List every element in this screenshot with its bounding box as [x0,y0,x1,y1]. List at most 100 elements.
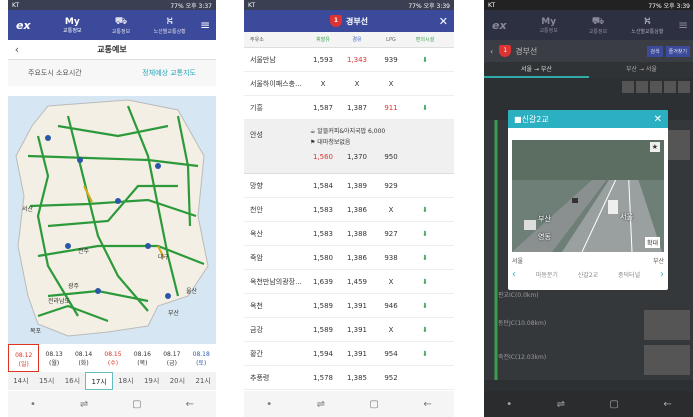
map-label: 목포 [30,328,42,335]
amenity-icon[interactable]: ⬇ [408,56,442,64]
table-row[interactable]: 망향 1,584 1,389 929 [244,174,454,198]
seg-congestion-map[interactable]: 정체예상 교통지도 [142,68,196,78]
nav-tab-traffic[interactable]: ⛟ 교통정보 [573,10,622,40]
nav-tab-traffic[interactable]: ⛟ 교통정보 [97,10,146,40]
menu-icon[interactable]: ≡ [194,18,216,32]
tool-icon[interactable] [678,81,690,93]
table-row[interactable]: 기흥 1,587 1,387 911 ⬇ [244,96,454,120]
expanded-row[interactable]: 안성 ☕ 알뜰커피&아지국밥 6,000 ⚑ 대마청보없음 1,560 1,37… [244,120,454,174]
table-row[interactable]: 옥천만남의광장... 1,639 1,459 X ⬇ [244,270,454,294]
list-item[interactable]: 죽전IC(12.03km) [498,352,546,361]
map-label: 대구 [158,254,170,261]
table-row[interactable]: 추풍령 1,578 1,385 952 [244,366,454,390]
amenity-icon[interactable]: ⬇ [408,326,442,334]
dot-icon[interactable]: • [30,399,36,410]
hour-17[interactable]: 17시 [85,372,113,390]
ex-logo[interactable]: ex [8,19,48,32]
table-header: 주유소 휘발유 경유 LPG 편의시설 [244,32,454,48]
zoom-button[interactable]: 확대 [644,237,660,248]
car-icon: ⛟ [591,15,605,27]
table-row[interactable]: 옥천 1,589 1,391 946 ⬇ [244,294,454,318]
recent-apps-icon[interactable]: ⇌ [80,399,88,410]
map-toolbar [484,78,693,96]
tool-icon[interactable] [636,81,648,93]
back-icon[interactable]: ‹ [8,43,26,56]
hour-21[interactable]: 21시 [190,372,216,390]
nav-tab-route[interactable]: ⛕ 노선별교통상황 [623,10,672,40]
dot-icon[interactable]: • [506,399,512,410]
amenity-icon[interactable]: ⬇ [408,278,442,286]
date-0818[interactable]: 08.18 (토) [187,344,216,372]
amenity-icon[interactable]: ⬇ [408,350,442,358]
hour-20[interactable]: 20시 [165,372,191,390]
list-item[interactable]: 동탄JC(10.08km) [498,318,546,327]
bookmark-star-icon[interactable]: ★ [649,142,660,152]
amenity-icon[interactable]: ⬇ [408,206,442,214]
back-nav-icon[interactable]: ← [186,399,194,410]
hour-15[interactable]: 15시 [34,372,60,390]
hour-14[interactable]: 14시 [8,372,34,390]
tab-busan-seoul[interactable]: 부산 → 서울 [589,62,693,78]
hour-19[interactable]: 19시 [139,372,165,390]
table-row[interactable]: 서울만남 1,593 1,343 939 ⬇ [244,48,454,72]
back-nav-icon[interactable]: ← [423,399,431,410]
traffic-map[interactable]: 서산 전주 대구 전라남도 광주 목포 부산 울산 [8,96,216,344]
table-row[interactable]: 금강 1,589 1,391 X ⬇ [244,318,454,342]
cctv-video[interactable]: 부산 서울 영동 ★ 확대 [512,140,664,252]
table-rows-top: 서울만남 1,593 1,343 939 ⬇ 서울하이패스충... X X X 기흥 1,587 1,… [244,48,454,120]
nav-tab-my[interactable]: My 교통정보 [524,10,573,40]
date-0816[interactable]: 08.16 (목) [128,344,157,372]
tool-icon[interactable] [664,81,676,93]
nav-tab-route[interactable]: ⛕ 노선별교통상황 [145,10,194,40]
amenity-icon[interactable]: ⬇ [408,254,442,262]
recent-apps-icon[interactable]: ⇌ [317,399,325,410]
table-row[interactable]: 옥산 1,583 1,388 927 ⬇ [244,222,454,246]
amenity-icon[interactable]: ⬇ [408,302,442,310]
back-icon[interactable]: ‹ [490,47,493,56]
date-0817[interactable]: 08.17 (금) [157,344,186,372]
route-header: ‹ 1 경부선 검색 즐겨찾기 [484,40,693,62]
tab-seoul-busan[interactable]: 서울 → 부산 [484,62,589,78]
prev-camera[interactable]: 마동분기 [536,270,558,279]
hour-18[interactable]: 18시 [113,372,139,390]
date-0814[interactable]: 08.14 (화) [69,344,98,372]
amenity-icon[interactable]: ⬇ [408,104,442,112]
nav-tab-my[interactable]: My 교통정보 [48,10,97,40]
next-camera[interactable]: 중덕터널 [618,270,640,279]
car-icon: ⛟ [114,15,128,27]
home-icon[interactable]: ▢ [609,399,618,410]
recent-apps-icon[interactable]: ⇌ [557,399,565,410]
table-row[interactable]: 죽암 1,580 1,386 938 ⬇ [244,246,454,270]
home-icon[interactable]: ▢ [132,399,141,410]
map-label: 울산 [186,288,198,295]
home-icon[interactable]: ▢ [369,399,378,410]
date-selector: 08.12 (일) 08.13 (월) 08.14 (화) 08.15 (수) 08.1… [8,344,216,372]
hour-16[interactable]: 16시 [60,372,86,390]
date-0813[interactable]: 08.13 (월) [39,344,68,372]
close-icon[interactable]: ✕ [654,114,668,125]
seg-city-time[interactable]: 주요도시 소요시간 [28,68,82,78]
segment-row: 주요도시 소요시간 정체예상 교통지도 [8,60,216,86]
table-row[interactable]: 황간 1,594 1,391 954 ⬇ [244,342,454,366]
android-nav-bar: • ⇌ ▢ ← [484,391,693,417]
back-nav-icon[interactable]: ← [663,399,671,410]
close-icon[interactable]: ✕ [439,15,448,28]
map-label: 광주 [68,283,80,290]
top-nav: ex My 교통정보 ⛟ 교통정보 ⛕ 노선별교통상황 ≡ [8,10,216,40]
ex-logo[interactable]: ex [484,19,524,32]
amenity-icon[interactable]: ⬇ [408,230,442,238]
date-0812[interactable]: 08.12 (일) [8,344,40,372]
menu-icon[interactable]: ≡ [672,18,693,32]
table-row[interactable]: 천안 1,583 1,386 X ⬇ [244,198,454,222]
list-item[interactable]: 판교IC(0.0km) [498,290,539,299]
chevron-left-icon[interactable]: ‹ [512,269,516,280]
tool-icon[interactable] [650,81,662,93]
search-button[interactable]: 검색 [647,45,663,57]
favorite-button[interactable]: 즐겨찾기 [665,45,690,57]
tool-icon[interactable] [622,81,634,93]
table-row[interactable]: 서울하이패스충... X X X [244,72,454,96]
dot-icon[interactable]: • [266,399,272,410]
date-0815[interactable]: 08.15 (수) [98,344,127,372]
map-svg [15,99,209,337]
chevron-right-icon[interactable]: › [660,269,664,280]
